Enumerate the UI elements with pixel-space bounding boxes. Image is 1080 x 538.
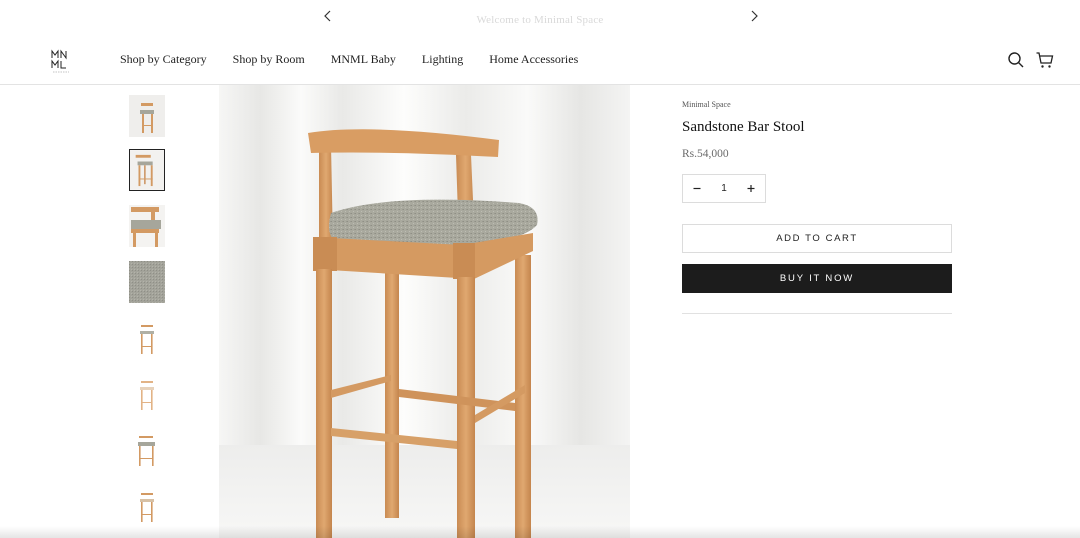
product-title: Sandstone Bar Stool: [682, 119, 805, 135]
thumbnail-image: [129, 485, 165, 527]
site-header: Shop by Category Shop by Room MNML Baby …: [0, 36, 1080, 85]
thumbnail-1[interactable]: [129, 95, 165, 137]
announcement-bar: Welcome to Minimal Space: [0, 0, 1080, 36]
quantity-decrease-button[interactable]: [684, 175, 710, 202]
thumbnail-image: [129, 429, 165, 471]
logo[interactable]: [50, 48, 72, 74]
buy-now-button[interactable]: BUY IT NOW: [682, 264, 952, 293]
thumbnail-7[interactable]: [129, 429, 165, 471]
product-main-image[interactable]: [219, 85, 630, 538]
thumbnail-4[interactable]: [129, 261, 165, 303]
bar-stool-photo: [219, 85, 630, 538]
thumbnail-image: [129, 317, 165, 359]
chevron-right-icon[interactable]: [747, 8, 761, 24]
search-icon[interactable]: [1006, 50, 1026, 70]
nav-shop-by-room[interactable]: Shop by Room: [233, 52, 305, 67]
logo-mark: [51, 49, 69, 73]
cart-icon[interactable]: [1035, 50, 1055, 70]
product-price: Rs.54,000: [682, 148, 729, 160]
quantity-increase-button[interactable]: [738, 175, 764, 202]
plus-icon: [747, 185, 755, 192]
thumbnail-8[interactable]: [129, 485, 165, 527]
thumbnail-5[interactable]: [129, 317, 165, 359]
thumbnail-image: [129, 373, 165, 415]
chevron-left-icon[interactable]: [321, 8, 335, 24]
add-to-cart-button[interactable]: ADD TO CART: [682, 224, 952, 253]
thumbnail-6[interactable]: [129, 373, 165, 415]
nav-mnml-baby[interactable]: MNML Baby: [331, 52, 396, 67]
bottom-bar-shadow: [0, 526, 1080, 538]
thumbnail-3[interactable]: [129, 205, 165, 247]
thumbnail-2[interactable]: [129, 149, 165, 191]
nav-lighting[interactable]: Lighting: [422, 52, 463, 67]
product-vendor[interactable]: Minimal Space: [682, 100, 731, 109]
thumbnail-image: [129, 95, 165, 137]
divider: [682, 313, 952, 314]
thumbnail-image: [129, 261, 165, 303]
main-nav: Shop by Category Shop by Room MNML Baby …: [120, 52, 604, 67]
thumbnail-image: [129, 205, 165, 247]
minus-icon: [693, 187, 701, 190]
nav-shop-by-category[interactable]: Shop by Category: [120, 52, 207, 67]
quantity-selector: 1: [682, 174, 766, 203]
nav-home-accessories[interactable]: Home Accessories: [489, 52, 578, 67]
thumbnail-image: [130, 150, 164, 190]
quantity-input[interactable]: 1: [709, 175, 739, 202]
announcement-message: Welcome to Minimal Space: [476, 14, 604, 26]
